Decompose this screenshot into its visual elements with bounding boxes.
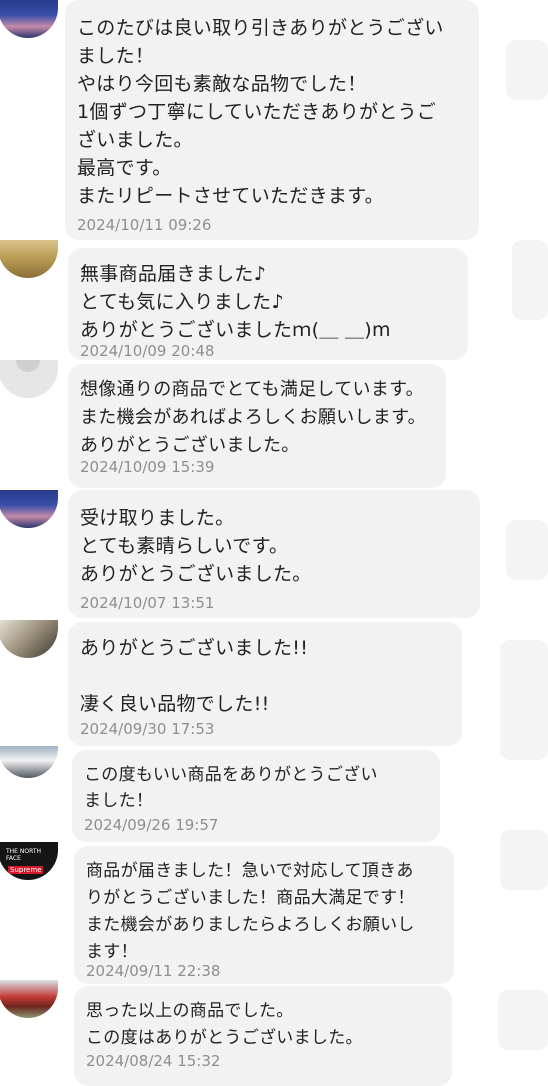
review-bubble: この度もいい商品をありがとうござい ました！ 2024/09/26 19:57 bbox=[72, 750, 440, 842]
review-bubble: このたびは良い取り引きありがとうござい ました！ やはり今回も素敵な品物でした！… bbox=[65, 0, 479, 240]
avatar-logo-top: THE NORTH FACE bbox=[6, 848, 41, 862]
background-fragment bbox=[500, 830, 548, 890]
review-timestamp: 2024/10/09 15:39 bbox=[80, 458, 215, 476]
user-avatar[interactable] bbox=[0, 620, 58, 658]
user-avatar[interactable] bbox=[0, 980, 58, 1018]
review-text: 商品が届きました！急いで対応して頂きあ りがとうございました！商品大満足です！ … bbox=[86, 861, 415, 962]
review-bubble: 無事商品届きました♪ とても気に入りました♪ ありがとうございましたｍ(＿ ＿)… bbox=[68, 248, 468, 360]
review-bubble: 思った以上の商品でした。 この度はありがとうございました。 2024/08/24… bbox=[74, 986, 452, 1086]
review-timestamp: 2024/10/11 09:26 bbox=[77, 216, 212, 234]
review-text: 想像通りの商品でとても満足しています。 また機会があればよろしくお願いします。 … bbox=[80, 379, 426, 456]
review-bubble: 想像通りの商品でとても満足しています。 また機会があればよろしくお願いします。 … bbox=[68, 364, 446, 488]
review-timestamp: 2024/10/09 20:48 bbox=[80, 342, 215, 360]
review-text: ありがとうございました!! 凄く良い品物でした!! bbox=[80, 637, 309, 715]
review-bubble: ありがとうございました!! 凄く良い品物でした!! 2024/09/30 17:… bbox=[68, 622, 462, 746]
user-avatar[interactable] bbox=[0, 0, 58, 38]
user-avatar[interactable] bbox=[0, 240, 58, 278]
review-text: この度もいい商品をありがとうござい ました！ bbox=[84, 765, 378, 811]
review-bubble: 受け取りました。 とても素晴らしいです。 ありがとうございました。 2024/1… bbox=[68, 490, 480, 618]
user-avatar[interactable]: THE NORTH FACE Supreme bbox=[0, 842, 58, 880]
review-timestamp: 2024/09/26 19:57 bbox=[84, 816, 219, 834]
review-text: 思った以上の商品でした。 この度はありがとうございました。 bbox=[86, 1001, 363, 1048]
background-fragment bbox=[500, 640, 548, 760]
avatar-logo-bottom: Supreme bbox=[8, 866, 44, 874]
user-avatar[interactable] bbox=[0, 746, 58, 778]
review-timestamp: 2024/10/07 13:51 bbox=[80, 594, 215, 612]
review-text: 受け取りました。 とても素晴らしいです。 ありがとうございました。 bbox=[80, 507, 312, 585]
background-fragment bbox=[512, 240, 548, 320]
default-avatar-icon bbox=[16, 360, 40, 372]
background-fragment bbox=[498, 990, 548, 1050]
background-fragment bbox=[506, 520, 548, 580]
user-avatar[interactable] bbox=[0, 490, 58, 528]
review-timestamp: 2024/09/11 22:38 bbox=[86, 962, 221, 980]
review-timestamp: 2024/09/30 17:53 bbox=[80, 720, 215, 738]
user-avatar[interactable] bbox=[0, 360, 58, 398]
background-fragment bbox=[506, 40, 548, 100]
review-text: このたびは良い取り引きありがとうござい ました！ やはり今回も素敵な品物でした！… bbox=[77, 17, 444, 207]
review-timestamp: 2024/08/24 15:32 bbox=[86, 1052, 221, 1070]
review-text: 無事商品届きました♪ とても気に入りました♪ ありがとうございましたｍ(＿ ＿)… bbox=[80, 263, 391, 341]
review-bubble: 商品が届きました！急いで対応して頂きあ りがとうございました！商品大満足です！ … bbox=[74, 846, 454, 984]
